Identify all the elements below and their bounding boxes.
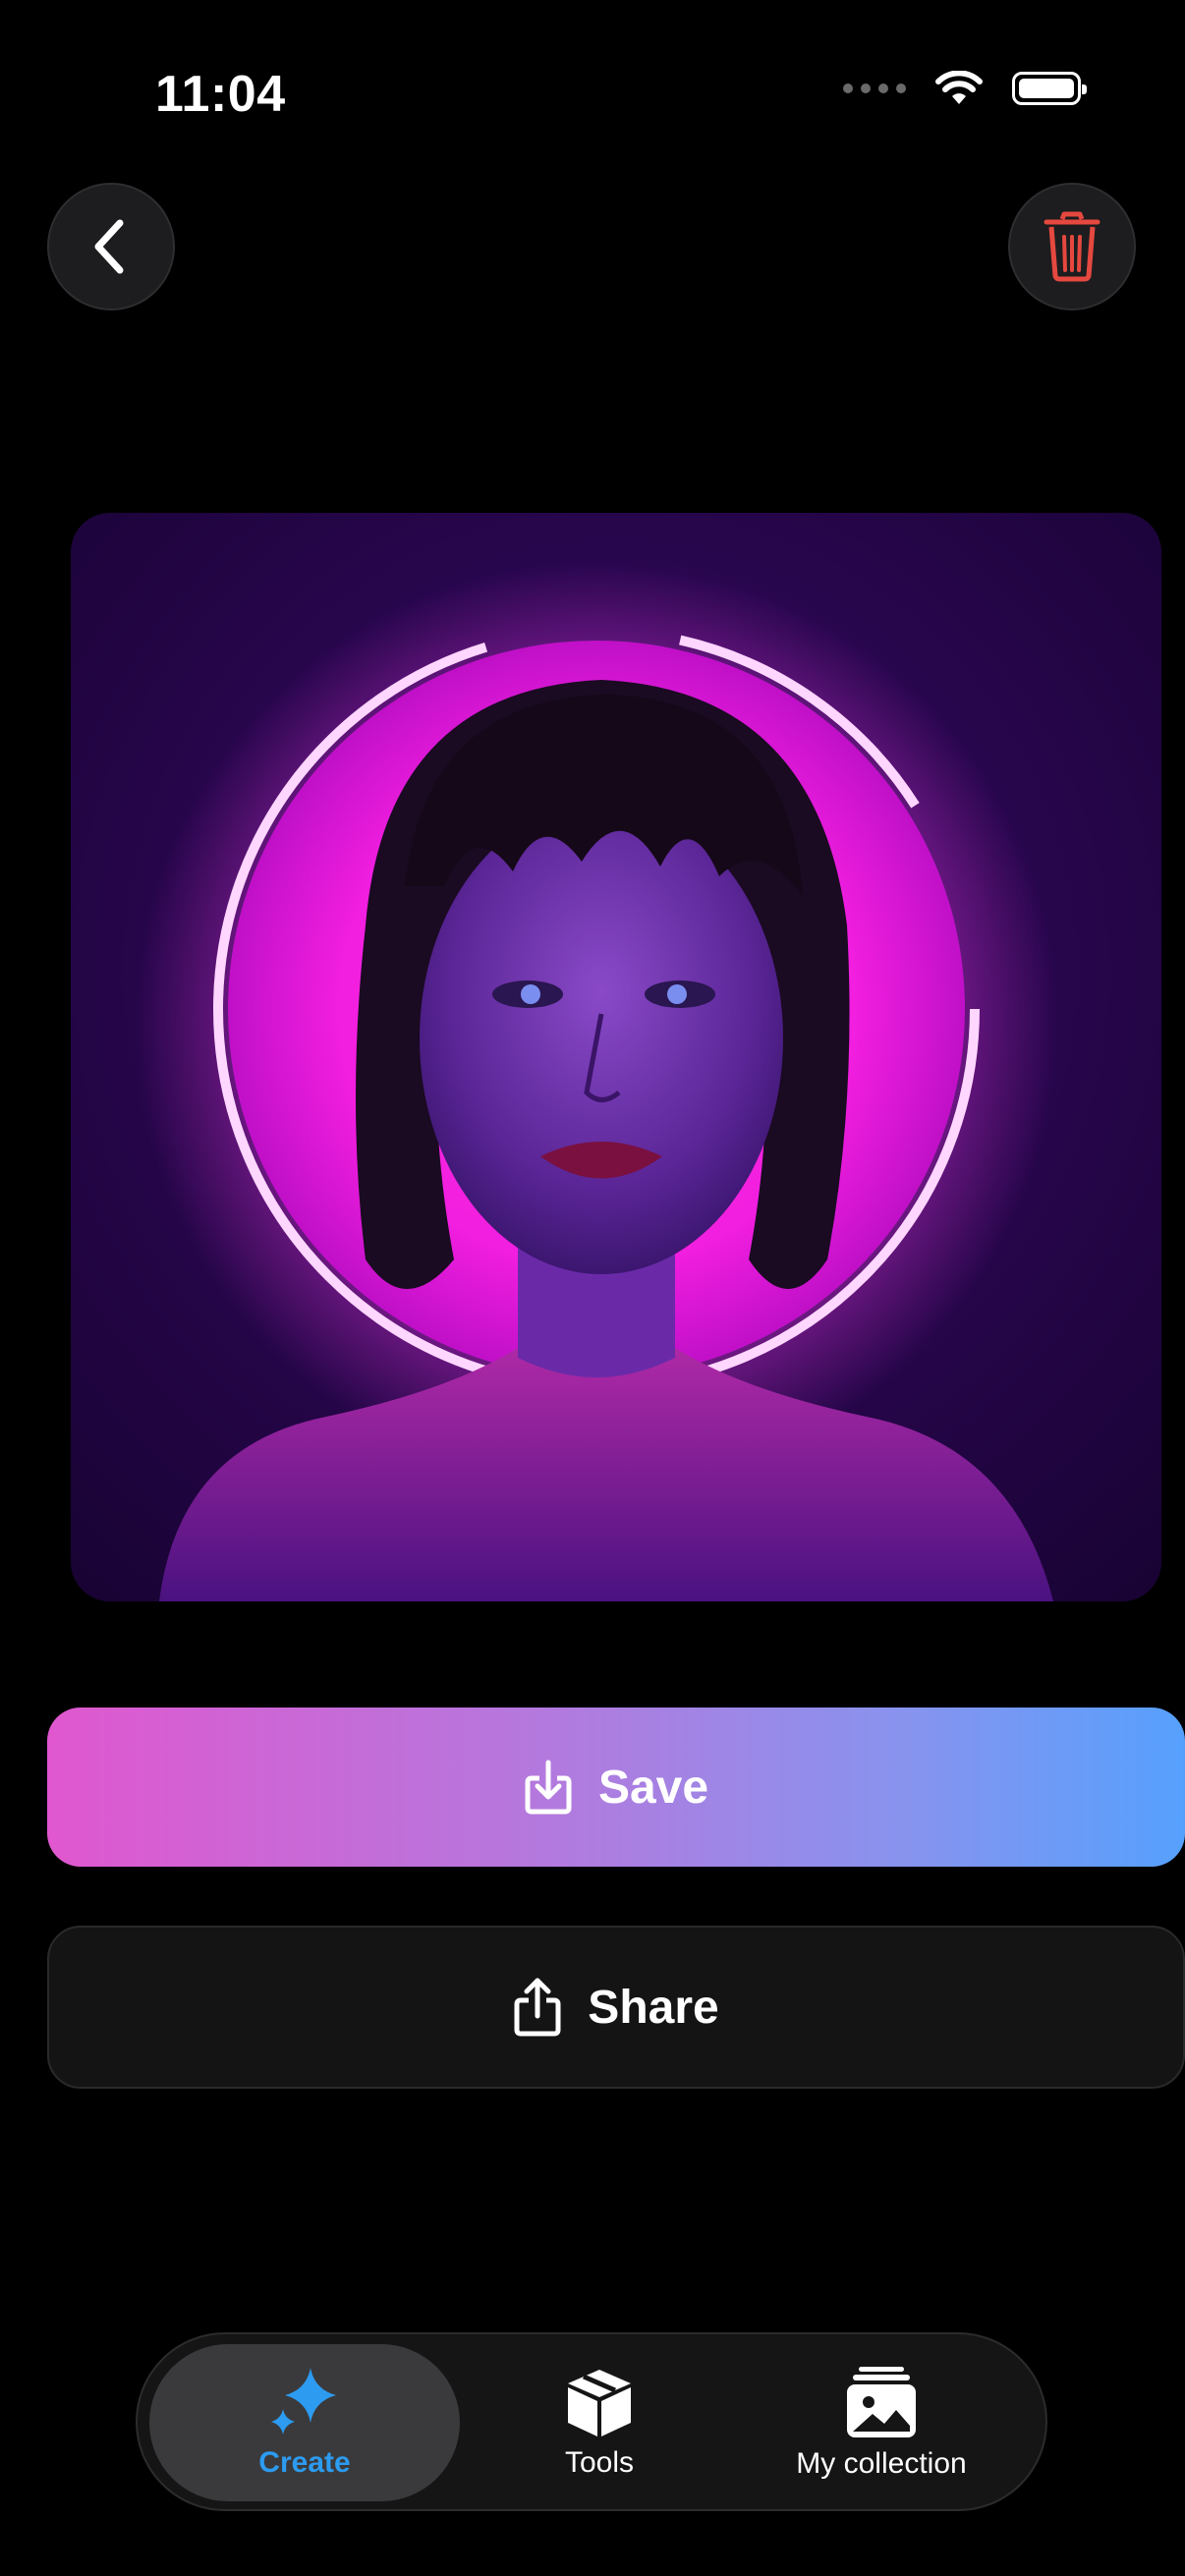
cellular-signal-icon xyxy=(843,84,906,93)
status-indicators xyxy=(843,71,1087,106)
sparkle-icon xyxy=(271,2368,336,2435)
share-button-label: Share xyxy=(588,1981,719,2034)
status-time: 11:04 xyxy=(155,66,286,123)
tab-bar: Create Tools My collection xyxy=(136,2332,1047,2511)
chevron-left-icon xyxy=(94,219,124,274)
share-button[interactable]: Share xyxy=(47,1926,1185,2089)
neon-portrait-illustration xyxy=(135,562,1058,1601)
tab-tools-label: Tools xyxy=(564,2446,635,2479)
tab-my-collection[interactable]: My collection xyxy=(727,2344,1036,2501)
tab-tools[interactable]: Tools xyxy=(472,2344,727,2501)
photo-stack-icon xyxy=(847,2367,916,2437)
generated-image[interactable] xyxy=(71,513,1161,1601)
download-icon xyxy=(525,1760,572,1815)
share-icon xyxy=(514,1978,561,2037)
save-button-label: Save xyxy=(597,1761,709,1814)
tab-my-collection-label: My collection xyxy=(796,2447,967,2480)
battery-icon xyxy=(1012,72,1087,105)
box-icon xyxy=(568,2370,631,2436)
back-button[interactable] xyxy=(47,183,175,310)
wifi-icon xyxy=(935,71,983,104)
tab-create[interactable]: Create xyxy=(149,2344,460,2501)
tab-create-label: Create xyxy=(258,2446,351,2479)
delete-button[interactable] xyxy=(1008,183,1136,310)
trash-icon xyxy=(1044,211,1100,282)
save-button[interactable]: Save xyxy=(47,1708,1185,1867)
